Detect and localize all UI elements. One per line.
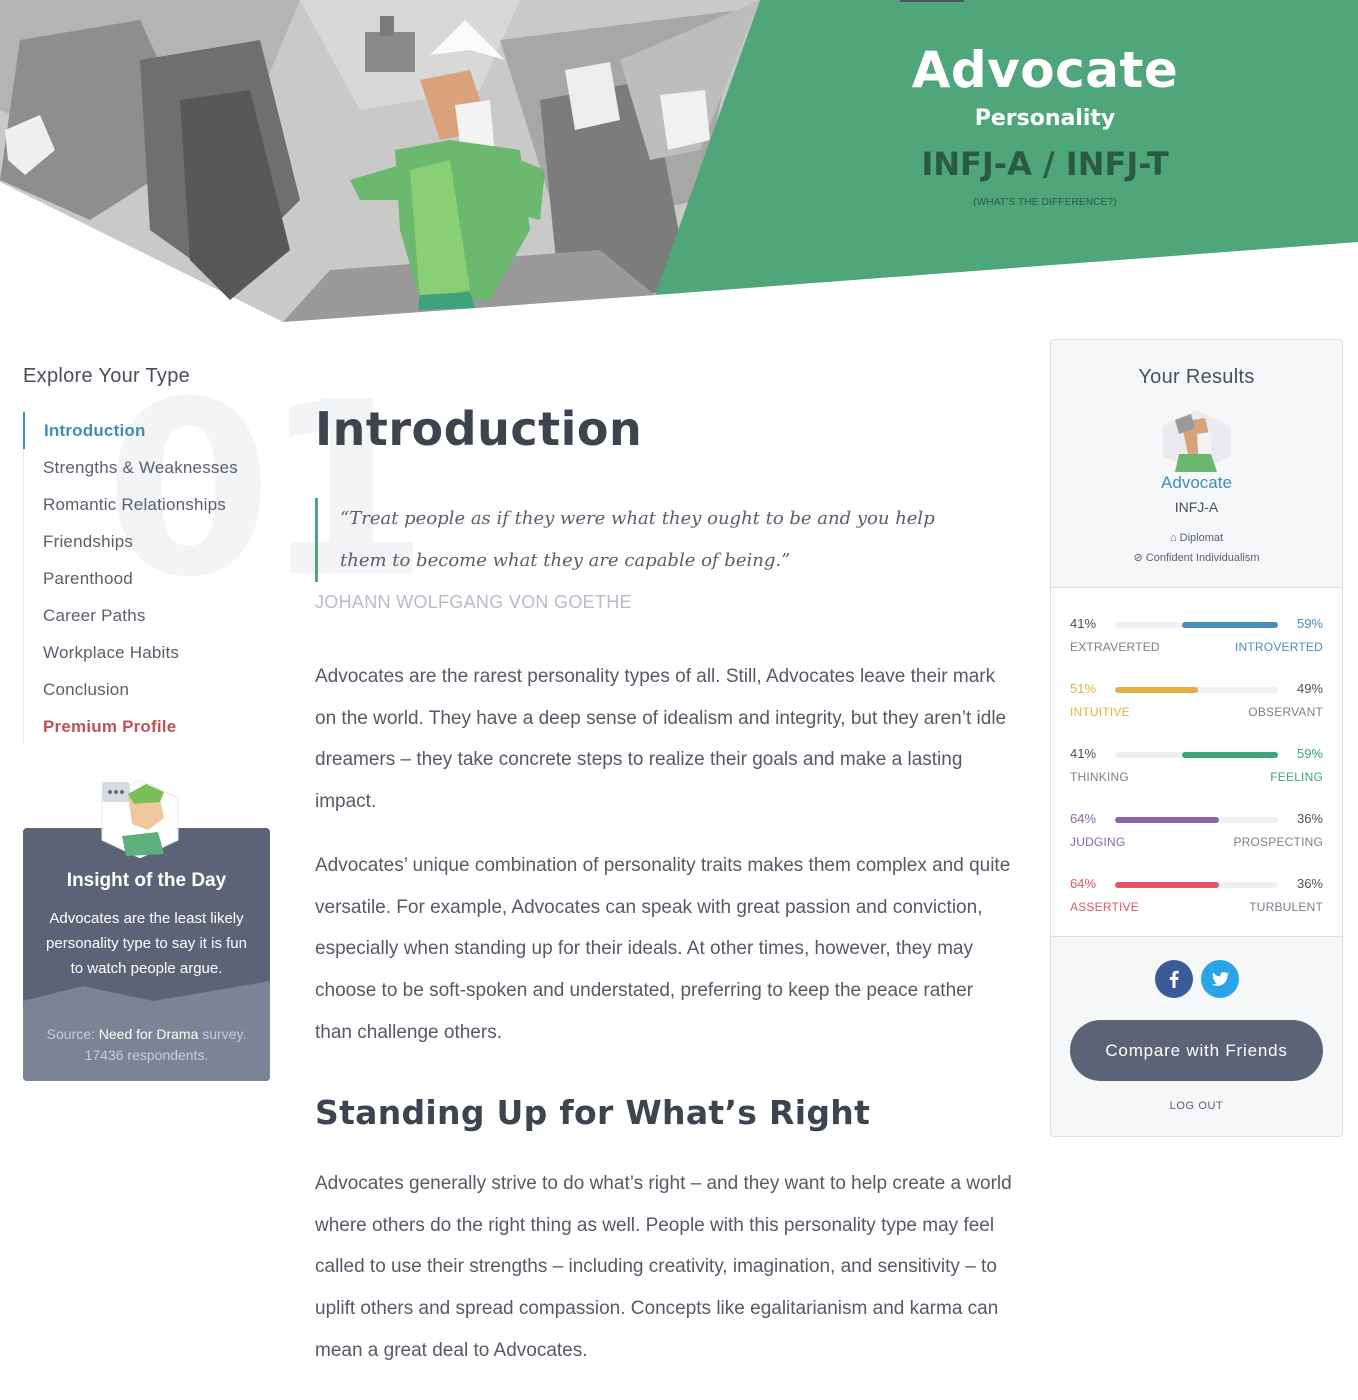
trait-right-percent: 59% xyxy=(1296,616,1323,631)
logout-link[interactable]: LOG OUT xyxy=(1051,1100,1342,1112)
paragraph-1: Advocates are the rarest personality typ… xyxy=(315,666,1007,813)
insight-source: Source: Need for Drama survey. 17436 res… xyxy=(23,1024,270,1066)
trait-fill xyxy=(1115,882,1220,888)
hero-type-codes: INFJ-A / INFJ-T xyxy=(921,145,1169,183)
results-card: Your Results Advocate INFJ-A ⌂ Diplomat … xyxy=(1050,339,1343,1137)
trait-fill xyxy=(1181,752,1278,758)
hero-title: Advocate xyxy=(911,41,1179,99)
trait-track xyxy=(1115,882,1278,888)
nav-item-introduction[interactable]: Introduction xyxy=(23,412,253,449)
trait-left-percent: 64% xyxy=(1070,876,1097,891)
source-survey-link[interactable]: Need for Drama xyxy=(99,1026,199,1042)
trait-right-percent: 59% xyxy=(1296,746,1323,761)
trait-right-label: FEELING xyxy=(1270,770,1323,784)
insight-text: Advocates are the least likely personali… xyxy=(46,910,247,977)
trait-right-label: INTROVERTED xyxy=(1235,640,1323,654)
result-role-label: Diplomat xyxy=(1179,532,1224,544)
trait-identity[interactable]: 64% 36% ASSERTIVE TURBULENT xyxy=(1070,876,1323,926)
nav-item-premium[interactable]: Premium Profile xyxy=(24,708,253,745)
nav-item-conclusion[interactable]: Conclusion xyxy=(24,671,253,708)
hero-banner: Advocate Personality INFJ-A / INFJ-T (WH… xyxy=(0,0,1358,330)
trait-left-label: THINKING xyxy=(1070,770,1129,784)
top-indicator xyxy=(900,0,964,2)
nav-item-workplace[interactable]: Workplace Habits xyxy=(24,634,253,671)
quote: “Treat people as if they were what they … xyxy=(315,498,975,582)
trait-left-percent: 41% xyxy=(1070,746,1097,761)
tag-icon: ⌂ xyxy=(1169,532,1177,544)
trait-track xyxy=(1115,817,1278,823)
trait-left-label: EXTRAVERTED xyxy=(1070,640,1160,654)
check-circle-icon: ⊘ xyxy=(1133,552,1143,564)
trait-right-label: PROSPECTING xyxy=(1233,835,1323,849)
facebook-share-button[interactable] xyxy=(1155,960,1193,998)
trait-track xyxy=(1115,622,1278,628)
trait-right-percent: 36% xyxy=(1296,811,1323,826)
twitter-icon xyxy=(1212,972,1229,986)
result-type-name[interactable]: Advocate xyxy=(1051,473,1342,493)
trait-fill xyxy=(1115,687,1199,693)
nav-item-career[interactable]: Career Paths xyxy=(24,597,253,634)
advocate-avatar-icon xyxy=(1163,410,1231,472)
paragraph-3: Advocates generally strive to do what’s … xyxy=(315,1173,1012,1361)
trait-left-percent: 64% xyxy=(1070,811,1097,826)
hero-subtitle: Personality xyxy=(974,106,1116,131)
trait-right-label: TURBULENT xyxy=(1249,900,1323,914)
insight-card: Insight of the Day Advocates are the lea… xyxy=(23,828,270,1081)
section-heading: Standing Up for What’s Right xyxy=(315,1093,871,1132)
results-title: Your Results xyxy=(1138,366,1255,388)
nav-item-friendships[interactable]: Friendships xyxy=(24,523,253,560)
trait-left-label: JUDGING xyxy=(1070,835,1126,849)
twitter-share-button[interactable] xyxy=(1201,960,1239,998)
source-prefix: Source: xyxy=(46,1026,99,1042)
result-role: ⌂ Diplomat xyxy=(1051,532,1342,544)
insight-avatar-icon xyxy=(101,779,179,858)
nav-item-parenthood[interactable]: Parenthood xyxy=(24,560,253,597)
trait-track xyxy=(1115,752,1278,758)
source-respondents: 17436 respondents. xyxy=(84,1047,209,1063)
trait-fill xyxy=(1181,622,1278,628)
hero-text: Advocate Personality INFJ-A / INFJ-T (WH… xyxy=(860,38,1230,208)
insight-title: Insight of the Day xyxy=(66,870,227,891)
trait-right-percent: 36% xyxy=(1296,876,1323,891)
result-strategy: ⊘ Confident Individualism xyxy=(1051,551,1342,564)
trait-right-label: OBSERVANT xyxy=(1248,705,1323,719)
trait-mind[interactable]: 41% 59% EXTRAVERTED INTROVERTED xyxy=(1070,616,1323,666)
trait-tactics[interactable]: 64% 36% JUDGING PROSPECTING xyxy=(1070,811,1323,861)
compare-with-friends-button[interactable]: Compare with Friends xyxy=(1070,1020,1323,1081)
nav-item-strengths[interactable]: Strengths & Weaknesses xyxy=(24,449,253,486)
trait-nature[interactable]: 41% 59% THINKING FEELING xyxy=(1070,746,1323,796)
paragraph-2: Advocates’ unique combination of persona… xyxy=(315,855,1011,1043)
result-type-code: INFJ-A xyxy=(1174,499,1219,515)
trait-track xyxy=(1115,687,1278,693)
trait-bars: 41% 59% EXTRAVERTED INTROVERTED 51% 49% … xyxy=(1051,588,1342,936)
result-strategy-label: Confident Individualism xyxy=(1145,552,1260,564)
trait-left-percent: 41% xyxy=(1070,616,1097,631)
facebook-icon xyxy=(1169,970,1179,988)
trait-fill xyxy=(1115,817,1220,823)
trait-left-label: INTUITIVE xyxy=(1070,705,1130,719)
trait-left-label: ASSERTIVE xyxy=(1070,900,1139,914)
explore-title: Explore Your Type xyxy=(23,365,191,387)
trait-right-percent: 49% xyxy=(1296,681,1323,696)
quote-author: JOHANN WOLFGANG VON GOETHE xyxy=(315,592,632,612)
source-suffix: survey. xyxy=(198,1026,247,1042)
page-title: Introduction xyxy=(315,402,643,456)
difference-link[interactable]: (WHAT'S THE DIFFERENCE?) xyxy=(860,197,1230,208)
divider xyxy=(1051,936,1342,937)
nav-item-relationships[interactable]: Romantic Relationships xyxy=(24,486,253,523)
trait-left-percent: 51% xyxy=(1070,681,1097,696)
trait-energy[interactable]: 51% 49% INTUITIVE OBSERVANT xyxy=(1070,681,1323,731)
type-nav: Introduction Strengths & Weaknesses Roma… xyxy=(23,412,253,745)
